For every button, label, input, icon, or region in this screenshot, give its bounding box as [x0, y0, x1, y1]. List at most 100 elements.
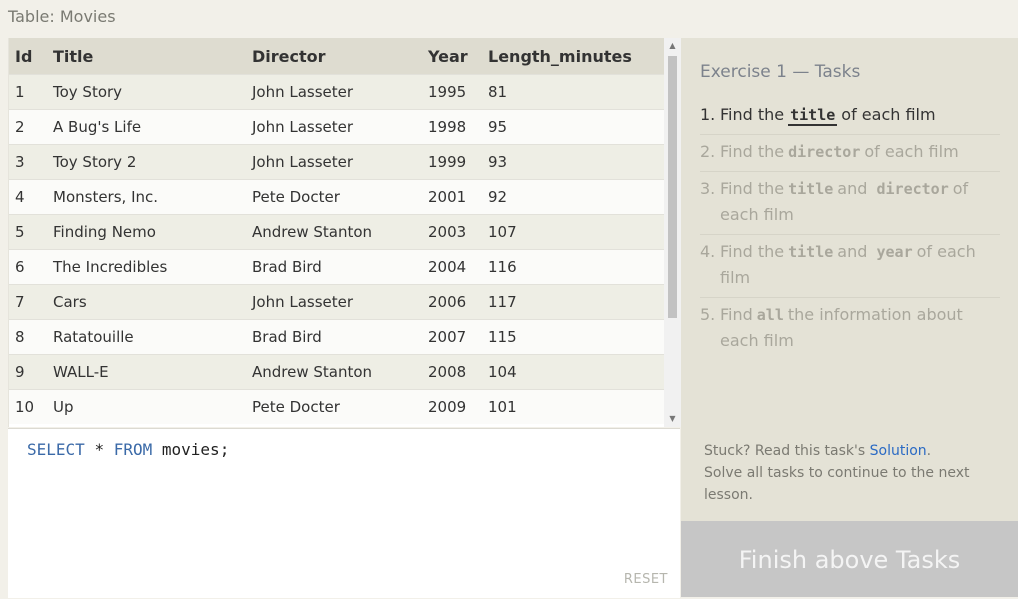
cell-title: Cars — [53, 284, 252, 320]
task-item: 3. Find the title and director of each film — [700, 172, 1000, 235]
cell-length: 81 — [488, 74, 664, 110]
cell-director: Brad Bird — [252, 319, 428, 355]
task-number: 5. — [700, 305, 716, 324]
cell-id: 4 — [9, 179, 53, 215]
finish-tasks-button[interactable]: Finish above Tasks — [681, 521, 1018, 597]
task-item: 4. Find the title and year of each film — [700, 235, 1000, 298]
task-code-2: year — [876, 243, 913, 261]
cell-id: 3 — [9, 144, 53, 180]
column-header-director: Director — [252, 38, 428, 75]
column-header-length: Length_minutes — [488, 38, 664, 75]
scrollbar-thumb[interactable] — [668, 56, 677, 318]
stuck-prefix: Stuck? Read this task's — [704, 443, 870, 459]
task-item: 2. Find the director of each film — [700, 135, 1000, 172]
results-table-container[interactable]: Id Title Director Year Length_minutes 1T… — [8, 38, 681, 427]
column-header-year: Year — [428, 38, 488, 75]
cell-year: 1998 — [428, 109, 488, 145]
task-text-pre: Find the — [720, 179, 785, 198]
table-row: 8 Ratatouille Brad Bird 2007 115 — [9, 319, 664, 355]
table-row: 5 Finding Nemo Andrew Stanton 2003 107 — [9, 214, 664, 250]
cell-director: Pete Docter — [252, 389, 428, 424]
cell-id: 5 — [9, 214, 53, 250]
table-row: 6 The Incredibles Brad Bird 2004 116 — [9, 249, 664, 285]
sql-keyword-from: FROM — [113, 440, 153, 459]
cell-length: 104 — [488, 354, 664, 390]
cell-id: 9 — [9, 354, 53, 390]
table-row: 4 Monsters, Inc. Pete Docter 2001 92 — [9, 179, 664, 215]
cell-director: Andrew Stanton — [252, 354, 428, 390]
cell-length: 115 — [488, 319, 664, 355]
task-text: Find the title and director of each film — [720, 176, 998, 228]
cell-director: John Lasseter — [252, 109, 428, 145]
cell-id: 7 — [9, 284, 53, 320]
cell-length: 101 — [488, 389, 664, 424]
task-code-2: director — [876, 180, 949, 198]
cell-id: 10 — [9, 389, 53, 424]
table-label: Table: Movies — [8, 7, 116, 26]
cell-director: John Lasseter — [252, 284, 428, 320]
task-item: 5. Find all the information about each film — [700, 298, 1000, 360]
tasks-panel: Exercise 1 — Tasks 1. Find the title of eac… — [681, 38, 1018, 521]
task-text-pre: Find the — [720, 105, 785, 124]
cell-year: 2003 — [428, 214, 488, 250]
task-number: 1. — [700, 105, 716, 124]
table-row: 1 Toy Story John Lasseter 1995 81 — [9, 74, 664, 110]
cell-title: Monsters, Inc. — [53, 179, 252, 215]
sql-query-text[interactable]: SELECT * FROM movies; — [27, 440, 229, 459]
cell-length: 92 — [488, 179, 664, 215]
stuck-line2: Solve all tasks to continue to the next … — [704, 465, 970, 503]
cell-title: Toy Story — [53, 74, 252, 110]
task-text-mid: and — [837, 179, 868, 198]
cell-title: Toy Story 2 — [53, 144, 252, 180]
task-text: Find the title and year of each film — [720, 239, 998, 291]
cell-director: Brad Bird — [252, 249, 428, 285]
task-list: 1. Find the title of each film 2. Find the dir… — [700, 98, 1000, 360]
exercise-title: Exercise 1 — Tasks — [700, 62, 861, 82]
reset-button[interactable]: RESET — [624, 572, 668, 587]
task-text: Find the title of each film — [720, 102, 998, 128]
task-text-mid: of each film — [841, 105, 936, 124]
task-text-mid: of each film — [864, 142, 959, 161]
sql-editor[interactable]: SELECT * FROM movies; RESET — [8, 428, 680, 598]
task-number: 4. — [700, 242, 716, 261]
cell-length: 116 — [488, 249, 664, 285]
task-code-1: all — [756, 306, 784, 324]
cell-title: Ratatouille — [53, 319, 252, 355]
stuck-help-text: Stuck? Read this task's Solution. Solve … — [704, 440, 994, 506]
task-item: 1. Find the title of each film — [700, 98, 1000, 135]
triangle-down-icon[interactable]: ▼ — [664, 411, 681, 427]
cell-id: 2 — [9, 109, 53, 145]
cell-year: 2004 — [428, 249, 488, 285]
sql-star: * — [94, 440, 105, 459]
cell-year: 2006 — [428, 284, 488, 320]
sql-keyword-select: SELECT — [27, 440, 85, 459]
results-table: Id Title Director Year Length_minutes 1T… — [9, 38, 664, 424]
table-header-row: Id Title Director Year Length_minutes — [9, 38, 664, 75]
cell-director: John Lasseter — [252, 144, 428, 180]
table-row: 10 Up Pete Docter 2009 101 — [9, 389, 664, 424]
cell-title: WALL-E — [53, 354, 252, 390]
cell-length: 107 — [488, 214, 664, 250]
task-number: 3. — [700, 179, 716, 198]
task-number: 2. — [700, 142, 716, 161]
triangle-up-icon[interactable]: ▲ — [664, 38, 681, 54]
cell-length: 93 — [488, 144, 664, 180]
cell-year: 2001 — [428, 179, 488, 215]
cell-length: 117 — [488, 284, 664, 320]
cell-year: 2007 — [428, 319, 488, 355]
table-row: 3 Toy Story 2 John Lasseter 1999 93 — [9, 144, 664, 180]
cell-title: The Incredibles — [53, 249, 252, 285]
solution-link[interactable]: Solution — [870, 443, 927, 459]
column-header-id: Id — [9, 38, 53, 75]
table-scrollbar[interactable]: ▲ ▼ — [664, 38, 681, 427]
cell-year: 2008 — [428, 354, 488, 390]
task-text: Find the director of each film — [720, 139, 998, 165]
cell-title: A Bug's Life — [53, 109, 252, 145]
cell-year: 1995 — [428, 74, 488, 110]
cell-title: Up — [53, 389, 252, 424]
task-code-1: director — [788, 143, 861, 161]
task-code-1: title — [788, 106, 838, 126]
task-text-pre: Find — [720, 305, 753, 324]
table-row: 7 Cars John Lasseter 2006 117 — [9, 284, 664, 320]
column-header-title: Title — [53, 38, 252, 75]
